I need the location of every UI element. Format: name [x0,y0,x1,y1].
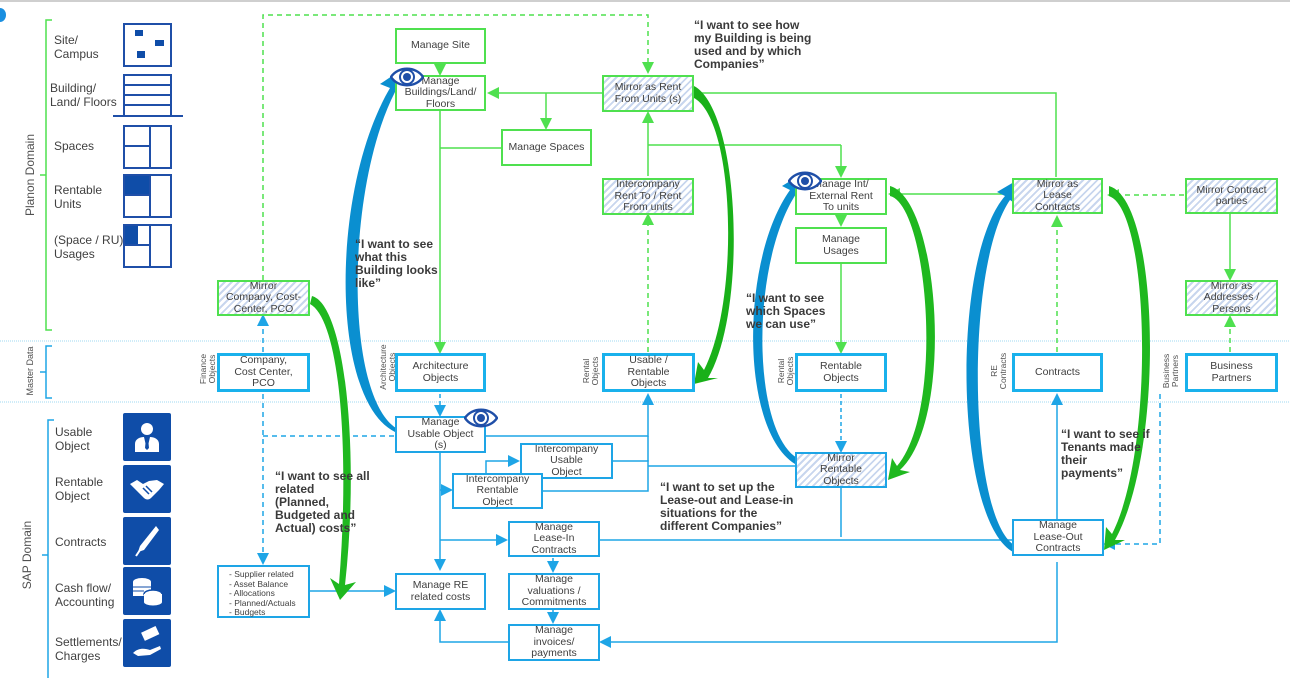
manage-site-box[interactable]: Manage Site [395,28,486,64]
business-partners-box[interactable]: Business Partners [1185,353,1278,392]
mirror-rentable-objects-box[interactable]: Mirror Rentable Objects [795,452,887,488]
manage-usages-box[interactable]: Manage Usages [795,227,887,264]
cost-types-list[interactable]: - Supplier related - Asset Balance - All… [217,565,310,618]
curve-green-intext [888,186,935,480]
legend-rentable-units-label: Rentable Units [54,183,103,211]
finance-objects-label: Finance Objects [198,353,217,385]
quote-costs: “I want to see all related (Planned, Bud… [275,469,370,535]
legend-building-label: Building/ Land/ Floors [50,81,117,109]
mirror-lease-contracts-box[interactable]: Mirror as Lease Contracts [1012,178,1103,214]
quote-spaces-use: “I want to see which Spaces we can use” [746,291,826,331]
company-cost-center-box[interactable]: Company, Cost Center, PCO [217,353,310,392]
rental-objects-label-2: Rental Objects [776,356,795,386]
person-tie-icon [123,413,171,461]
mirror-contract-parties-box[interactable]: Mirror Contract parties [1185,178,1278,214]
legend-contracts-label: Contracts [55,535,107,549]
eye-icon [464,408,498,428]
site-campus-icon [123,23,172,67]
quote-lease-setup: “I want to set up the Lease-out and Leas… [660,480,794,533]
rental-objects-label-1: Rental Objects [581,356,600,386]
manage-spaces-box[interactable]: Manage Spaces [501,129,592,166]
hand-money-icon [123,619,171,667]
mirror-company-box[interactable]: Mirror Company, Cost-Center, PCO [217,280,310,316]
usages-icon [123,224,172,268]
mirror-addresses-box[interactable]: Mirror as Addresses / Persons [1185,280,1278,316]
master-data-label: Master Data [25,346,35,396]
curve-green-company [310,296,356,600]
manage-re-costs-box[interactable]: Manage RE related costs [395,573,486,610]
intercompany-rentable-object-box[interactable]: Intercompany Rentable Object [452,473,543,509]
sap-bracket [42,419,54,678]
quote-building-looks: “I want to see what this Building looks … [355,237,438,290]
business-partners-label: Business Partners [1161,353,1180,389]
spaces-icon [123,125,172,169]
cost-item: - Budgets [229,607,266,618]
legend-usable-object-label: Usable Object [55,425,93,453]
eye-icon [390,67,424,87]
planon-domain-label: Planon Domain [23,133,37,217]
legend-rentable-object-label: Rentable Object [55,475,104,503]
legend-settlements-label: Settlements/ Charges [55,635,122,663]
contracts-box[interactable]: Contracts [1012,353,1103,392]
curve-green-lease [1104,186,1150,550]
re-contracts-label: RE Contracts [989,352,1008,390]
rentable-objects-box[interactable]: Rentable Objects [795,353,887,392]
curve-green-rentfrom [694,86,734,384]
mirror-rent-from-units-box[interactable]: Mirror as Rent From Units (s) [602,75,694,112]
manage-lease-out-box[interactable]: Manage Lease-Out Contracts [1012,519,1104,556]
sap-domain-label: SAP Domain [20,520,34,590]
planon-bracket [40,19,52,331]
eye-icon [788,171,822,191]
fountain-pen-icon [123,517,171,565]
legend-cashflow-label: Cash flow/ Accounting [55,581,115,609]
rentable-units-icon [123,174,172,218]
quote-building-usage: “I want to see how my Building is being … [694,18,812,71]
usable-rentable-objects-box[interactable]: Usable / Rentable Objects [602,353,695,392]
manage-invoices-box[interactable]: Manage invoices/ payments [508,624,600,661]
architecture-objects-box[interactable]: Architecture Objects [395,353,486,392]
building-floors-icon [113,74,183,117]
quote-tenants: “I want to see if Tenants made their pay… [1061,427,1150,480]
legend-spaces-label: Spaces [54,139,95,153]
manage-valuations-box[interactable]: Manage valuations / Commitments [508,573,600,610]
master-bracket [40,345,52,399]
intercompany-rent-box[interactable]: Intercompany Rent To / Rent From units [602,178,694,215]
legend-usages-label: (Space / RU) Usages [54,233,124,261]
manage-lease-in-box[interactable]: Manage Lease-In Contracts [508,521,600,557]
coins-icon [123,567,171,615]
handshake-icon [123,465,171,513]
legend-site-label: Site/ Campus [54,33,99,61]
